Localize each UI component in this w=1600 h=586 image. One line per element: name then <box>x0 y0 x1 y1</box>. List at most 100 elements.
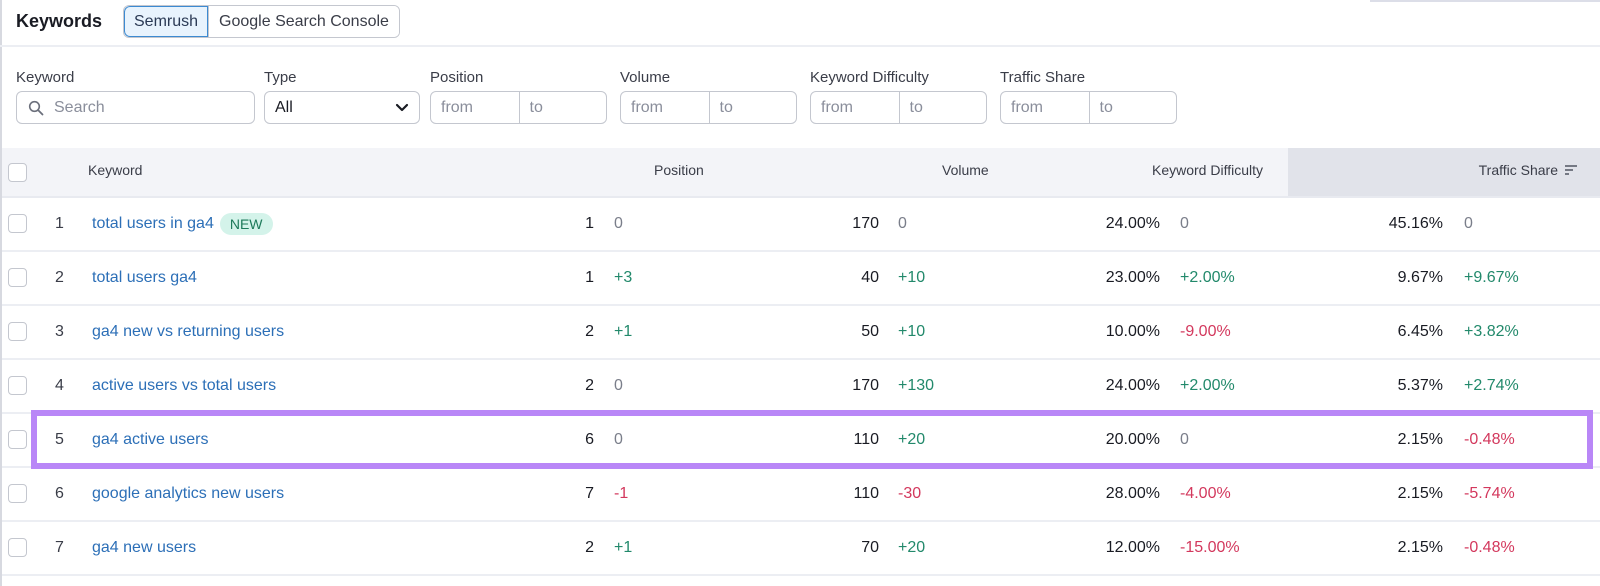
keyword-text: total users ga4 <box>92 269 197 286</box>
volume-value: 110 <box>853 431 879 448</box>
row-checkbox[interactable] <box>8 538 27 557</box>
position-delta: 0 <box>614 377 623 394</box>
kd-to-input[interactable] <box>898 92 986 123</box>
traffic-share-delta: +2.74% <box>1464 377 1519 394</box>
position-to-input[interactable] <box>518 92 606 123</box>
position-from-input[interactable] <box>431 92 519 123</box>
traffic-share-value: 2.15% <box>1397 539 1443 556</box>
table-row: 3 ga4 new vs returning users 2 +1 50 +10… <box>2 306 1600 360</box>
row-checkbox[interactable] <box>8 484 27 503</box>
keyword-link[interactable]: google analytics new users <box>92 468 284 520</box>
keyword-text: ga4 new users <box>92 539 197 556</box>
column-header-keyword-difficulty[interactable]: Keyword Difficulty <box>1152 148 1263 196</box>
kd-delta: +2.00% <box>1180 377 1235 394</box>
traffic-share-delta: -5.74% <box>1464 485 1515 502</box>
position-delta: 0 <box>614 431 623 448</box>
tab-google-search-console[interactable]: Google Search Console <box>208 6 399 37</box>
keyword-link[interactable]: active users vs total users <box>92 360 276 412</box>
type-filter: Type All <box>264 69 420 124</box>
kd-value: 23.00% <box>1105 269 1160 286</box>
traffic-share-delta: +3.82% <box>1464 323 1519 340</box>
position-value: 1 <box>585 215 594 232</box>
keyword-search-input[interactable] <box>54 98 234 117</box>
keyword-link[interactable]: total users in ga4 NEW <box>92 198 273 250</box>
position-value: 7 <box>585 485 594 502</box>
kd-filter: Keyword Difficulty <box>810 69 987 124</box>
keyword-link[interactable]: ga4 new vs returning users <box>92 306 284 358</box>
position-value: 2 <box>585 539 594 556</box>
row-checkbox[interactable] <box>8 214 27 233</box>
volume-filter-label: Volume <box>620 69 671 86</box>
position-delta: -1 <box>614 485 629 502</box>
tab-semrush[interactable]: Semrush <box>124 6 209 37</box>
kd-delta: +2.00% <box>1180 269 1235 286</box>
row-rank: 2 <box>55 269 64 286</box>
volume-delta: -30 <box>898 485 922 502</box>
volume-delta: +10 <box>898 323 926 340</box>
traffic-share-delta: 0 <box>1464 215 1473 232</box>
column-header-traffic-share-label: Traffic Share <box>1478 162 1558 178</box>
table-row: 2 total users ga4 1 +3 40 +10 23.00% +2.… <box>2 252 1600 306</box>
select-all-checkbox[interactable] <box>8 163 27 182</box>
column-header-volume[interactable]: Volume <box>942 148 989 196</box>
volume-delta: +130 <box>898 377 935 394</box>
traffic-share-value: 6.45% <box>1397 323 1443 340</box>
volume-to-input[interactable] <box>708 92 796 123</box>
kd-from-input[interactable] <box>811 92 899 123</box>
row-checkbox[interactable] <box>8 322 27 341</box>
column-header-position[interactable]: Position <box>654 148 704 196</box>
kd-value: 20.00% <box>1105 431 1160 448</box>
row-checkbox[interactable] <box>8 430 27 449</box>
keywords-table: Keyword Position Volume Keyword Difficul… <box>2 148 1600 576</box>
traffic-share-filter-label: Traffic Share <box>1000 69 1086 86</box>
keyword-link[interactable]: ga4 active users <box>92 414 209 466</box>
traffic-share-value: 9.67% <box>1397 269 1443 286</box>
page-title: Keywords <box>16 11 103 31</box>
kd-delta: -15.00% <box>1180 539 1240 556</box>
position-delta: +3 <box>614 269 633 286</box>
kd-delta: 0 <box>1180 431 1189 448</box>
keyword-text: ga4 active users <box>92 431 209 448</box>
kd-range <box>810 91 987 124</box>
row-rank: 5 <box>55 431 64 448</box>
keyword-search-field[interactable] <box>16 91 255 124</box>
position-delta: +1 <box>614 323 633 340</box>
row-checkbox[interactable] <box>8 268 27 287</box>
traffic-share-delta: -0.48% <box>1464 431 1515 448</box>
position-value: 2 <box>585 323 594 340</box>
traffic-share-range <box>1000 91 1177 124</box>
traffic-share-to-input[interactable] <box>1088 92 1176 123</box>
position-filter-label: Position <box>430 69 484 86</box>
kd-delta: -4.00% <box>1180 485 1231 502</box>
position-value: 1 <box>585 269 594 286</box>
row-checkbox[interactable] <box>8 376 27 395</box>
keywords-header: Keywords Semrush Google Search Console <box>0 0 1600 47</box>
volume-filter: Volume <box>620 69 797 124</box>
position-filter: Position <box>430 69 607 124</box>
traffic-share-from-input[interactable] <box>1001 92 1089 123</box>
volume-value: 50 <box>861 323 879 340</box>
traffic-share-filter: Traffic Share <box>1000 69 1177 124</box>
column-header-keyword[interactable]: Keyword <box>88 148 142 196</box>
volume-delta: +20 <box>898 431 926 448</box>
volume-delta: +10 <box>898 269 926 286</box>
table-row: 7 ga4 new users 2 +1 70 +20 12.00% -15.0… <box>2 522 1600 576</box>
volume-value: 170 <box>852 215 879 232</box>
keyword-text: total users in ga4 <box>92 215 214 232</box>
table-header: Keyword Position Volume Keyword Difficul… <box>2 148 1600 198</box>
column-header-traffic-share[interactable]: Traffic Share <box>1288 148 1600 196</box>
volume-range <box>620 91 797 124</box>
type-filter-label: Type <box>264 69 297 86</box>
traffic-share-value: 5.37% <box>1397 377 1443 394</box>
row-rank: 1 <box>55 215 64 232</box>
keyword-filter-label: Keyword <box>16 69 75 86</box>
volume-from-input[interactable] <box>621 92 709 123</box>
row-rank: 6 <box>55 485 64 502</box>
position-delta: +1 <box>614 539 633 556</box>
kd-value: 10.00% <box>1105 323 1160 340</box>
type-select[interactable]: All <box>264 91 420 124</box>
filters-bar: Keyword Type All Position Volume Keyword… <box>0 47 1600 147</box>
keyword-link[interactable]: ga4 new users <box>92 522 196 574</box>
volume-delta: 0 <box>898 215 907 232</box>
keyword-link[interactable]: total users ga4 <box>92 252 197 304</box>
